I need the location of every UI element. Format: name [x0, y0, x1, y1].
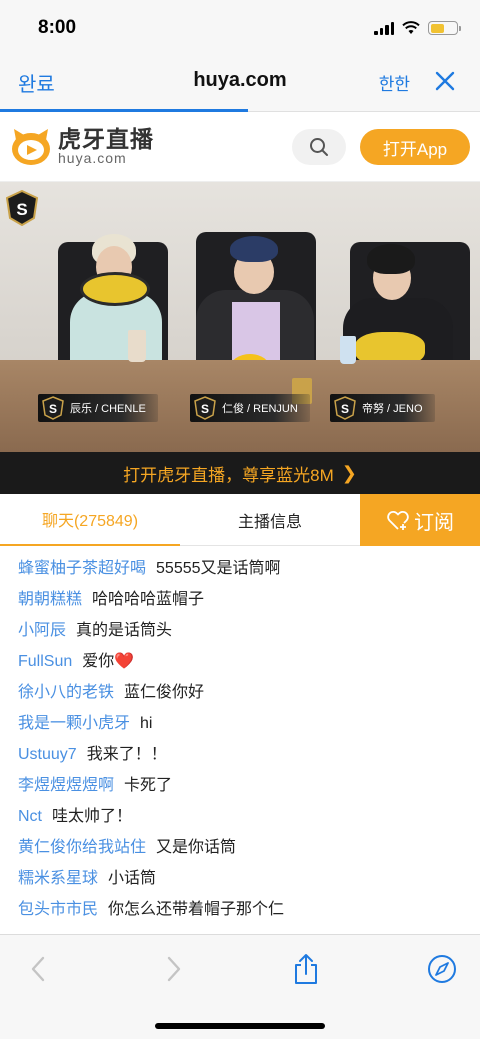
streamer-figure — [190, 232, 320, 382]
chat-text: 55555又是话筒啊 — [156, 560, 281, 577]
chat-text: 卡死了 — [124, 777, 173, 794]
chat-username[interactable]: Ustuuy7 — [18, 746, 77, 763]
chat-message: 朝朝糕糕 哈哈哈哈蓝帽子 — [18, 585, 204, 609]
chat-username[interactable]: 小阿辰 — [18, 622, 66, 639]
site-header: 虎牙直播 huya.com 打开App — [0, 112, 480, 182]
tab-streamer-info[interactable]: 主播信息 — [180, 494, 360, 546]
streamer-name: 仁俊 / RENJUN — [222, 403, 298, 415]
chat-message: 蜂蜜柚子茶超好喝 55555又是话筒啊 — [18, 554, 281, 578]
chat-username[interactable]: 徐小八的老铁 — [18, 684, 114, 701]
promo-text: 打开虎牙直播，尊享蓝光8M — [123, 465, 334, 485]
logo-subtitle: huya.com — [58, 150, 127, 166]
open-in-safari-button[interactable] — [426, 953, 458, 985]
back-button[interactable] — [22, 953, 54, 985]
close-icon[interactable] — [432, 68, 458, 94]
streamer-nameplate: S 辰乐 / CHENLE — [38, 394, 158, 422]
translate-button[interactable]: 한한 — [379, 70, 410, 95]
subscribe-label: 订阅 — [414, 511, 454, 534]
chat-message: 徐小八的老铁 蓝仁俊你好 — [18, 678, 204, 702]
status-icons — [374, 21, 461, 35]
logo-title: 虎牙直播 — [58, 126, 154, 152]
chat-username[interactable]: Nct — [18, 808, 42, 825]
drink-cup-icon — [128, 330, 146, 362]
huya-logo[interactable]: 虎牙直播 huya.com — [10, 126, 154, 166]
share-icon — [295, 954, 317, 984]
chat-message: 我是一颗小虎牙 hi — [18, 709, 152, 733]
drink-cup-icon — [340, 336, 356, 364]
wifi-icon — [402, 21, 420, 34]
chevron-right-icon — [167, 956, 181, 982]
svg-text:S: S — [341, 402, 349, 416]
open-app-promo-banner[interactable]: 打开虎牙直播，尊享蓝光8M ❯ — [0, 452, 480, 494]
forward-button[interactable] — [158, 953, 190, 985]
chat-message: Ustuuy7 我来了！！ — [18, 740, 167, 764]
browser-toolbar: 완료 huya.com 한한 — [0, 56, 480, 112]
svg-text:S: S — [201, 402, 209, 416]
bottom-toolbar — [0, 934, 480, 1039]
chevron-right-icon: ❯ — [341, 462, 357, 483]
s-badge-icon: S — [194, 396, 216, 420]
chat-message: 李煜煜煜煜啊 卡死了 — [18, 771, 172, 795]
chat-text: 真的是话筒头 — [76, 622, 173, 639]
home-indicator — [155, 1023, 325, 1029]
s-league-logo-icon: S — [6, 190, 38, 226]
chat-username[interactable]: 李煜煜煜煜啊 — [18, 777, 114, 794]
chat-message: 包头市市民 你怎么还带着帽子那个仁 — [18, 895, 284, 919]
chat-text: hi — [140, 715, 153, 732]
streamer-name: 辰乐 / CHENLE — [70, 403, 146, 415]
battery-icon — [428, 21, 461, 35]
chat-text: 哇太帅了！ — [52, 808, 133, 825]
room-tabs: 聊天(275849) 主播信息 订阅 — [0, 494, 480, 546]
chat-text: 哈哈哈哈蓝帽子 — [92, 591, 205, 608]
chat-text: 爱你❤️ — [82, 653, 135, 670]
compass-icon — [428, 955, 456, 983]
chat-username[interactable]: 我是一颗小虎牙 — [18, 715, 130, 732]
chat-text: 我来了！！ — [86, 746, 167, 763]
chat-username[interactable]: 蜂蜜柚子茶超好喝 — [18, 560, 146, 577]
svg-text:S: S — [49, 402, 57, 416]
s-badge-icon: S — [42, 396, 64, 420]
chat-username[interactable]: 黄仁俊你给我站住 — [18, 839, 146, 856]
streamer-figure — [62, 234, 172, 382]
open-app-button[interactable]: 打开App — [360, 129, 470, 165]
chat-text: 小话筒 — [108, 870, 157, 887]
streamer-nameplate: S 仁俊 / RENJUN — [190, 394, 310, 422]
chevron-left-icon — [31, 956, 45, 982]
status-time: 8:00 — [38, 17, 77, 38]
chat-message: 糯米系星球 小话筒 — [18, 864, 156, 888]
huya-cat-logo-icon — [12, 129, 50, 165]
chat-message: Nct 哇太帅了！ — [18, 802, 132, 826]
chat-username[interactable]: 包头市市民 — [18, 901, 98, 918]
chat-text: 蓝仁俊你好 — [124, 684, 205, 701]
search-icon — [310, 138, 328, 156]
heart-plus-icon — [387, 511, 409, 530]
subscribe-button[interactable]: 订阅 — [360, 494, 480, 546]
chat-message: 小阿辰 真的是话筒头 — [18, 616, 172, 640]
status-bar: 8:00 — [0, 0, 480, 56]
chat-username[interactable]: 糯米系星球 — [18, 870, 98, 887]
chat-text: 又是你话筒 — [156, 839, 237, 856]
cellular-signal-icon — [374, 21, 394, 35]
tab-chat[interactable]: 聊天(275849) — [0, 494, 180, 546]
share-button[interactable] — [290, 953, 322, 985]
s-badge-icon: S — [334, 396, 356, 420]
chat-message: FullSun 爱你❤️ — [18, 647, 134, 671]
chat-username[interactable]: 朝朝糕糕 — [18, 591, 82, 608]
video-player[interactable]: S S 辰乐 / CHENLE S 仁俊 / RENJUN S 帝努 / JEN… — [0, 182, 480, 452]
streamer-name: 帝努 / JENO — [362, 403, 423, 415]
chat-username[interactable]: FullSun — [18, 653, 72, 670]
chat-list[interactable]: 蜂蜜柚子茶超好喝 55555又是话筒啊 朝朝糕糕 哈哈哈哈蓝帽子 小阿辰 真的是话筒头… — [0, 548, 480, 934]
chat-message: 黄仁俊你给我站住 又是你话筒 — [18, 833, 236, 857]
streamer-nameplate: S 帝努 / JENO — [330, 394, 435, 422]
chat-text: 你怎么还带着帽子那个仁 — [108, 901, 285, 918]
svg-text:S: S — [16, 200, 27, 219]
search-button[interactable] — [292, 129, 346, 165]
